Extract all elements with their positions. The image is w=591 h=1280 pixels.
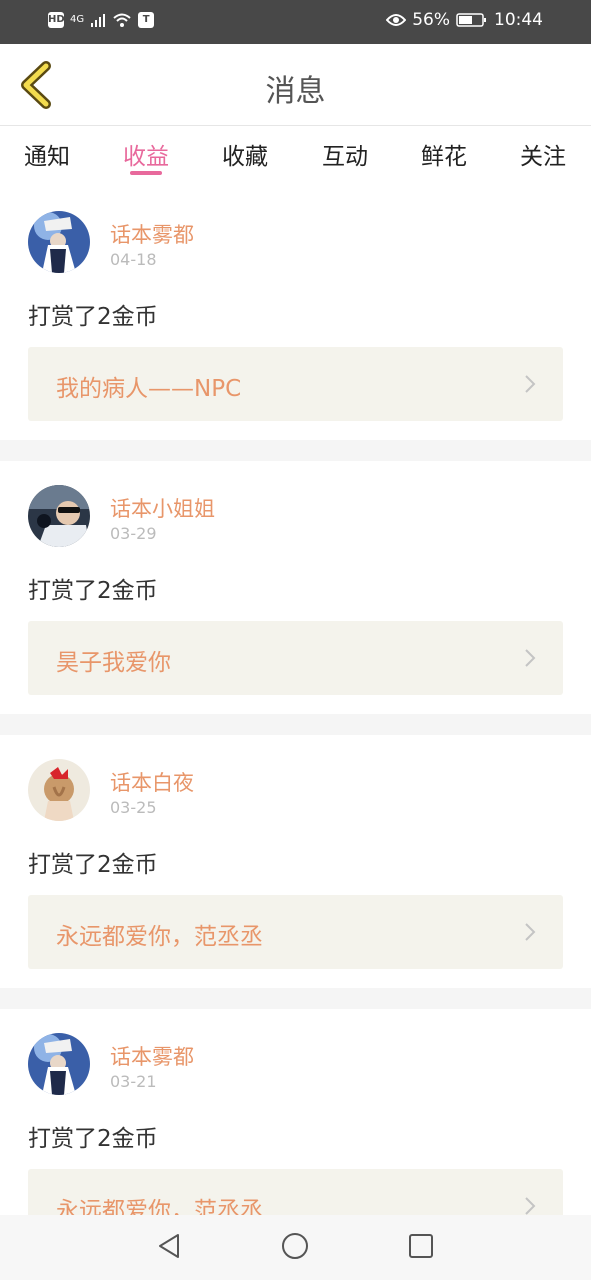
username[interactable]: 话本小姐姐: [110, 493, 215, 523]
nav-recents-button[interactable]: [406, 1231, 436, 1261]
work-title: 我的病人——NPC: [56, 376, 242, 402]
avatar[interactable]: [28, 211, 90, 273]
tab-favorites[interactable]: 收藏: [222, 137, 268, 171]
home-circle-icon: [282, 1233, 308, 1259]
status-left: HD 4G T: [48, 12, 155, 28]
list-item: 话本白夜 03-25 打赏了2金币 永远都爱你，范丞丞: [0, 735, 591, 1009]
active-tab-indicator: [130, 171, 162, 175]
nav-home-button[interactable]: [280, 1231, 310, 1261]
battery-icon: [456, 13, 486, 27]
tab-flowers[interactable]: 鲜花: [421, 137, 467, 171]
reward-action-text: 打赏了2金币: [28, 852, 158, 878]
username[interactable]: 话本雾都: [110, 219, 194, 249]
work-link[interactable]: 永远都爱你，范丞丞: [28, 895, 563, 969]
system-nav-bar: [0, 1215, 591, 1280]
nav-back-button[interactable]: [154, 1231, 184, 1261]
list-item: 话本小姐姐 03-29 打赏了2金币 昊子我爱你: [0, 461, 591, 735]
avatar[interactable]: [28, 759, 90, 821]
network-type: 4G: [70, 14, 85, 25]
work-link[interactable]: 昊子我爱你: [28, 621, 563, 695]
list-item: 话本雾都 03-21 打赏了2金币 永远都爱你，范丞丞: [0, 1009, 591, 1215]
work-title: 永远都爱你，范丞丞: [56, 1198, 263, 1215]
username[interactable]: 话本雾都: [110, 1041, 194, 1071]
tab-interactions[interactable]: 互动: [322, 137, 368, 171]
app-notification-icon: T: [138, 12, 155, 28]
status-bar: HD 4G T 56% 10:44: [0, 0, 591, 44]
work-link[interactable]: 永远都爱你，范丞丞: [28, 1169, 563, 1215]
avatar[interactable]: [28, 1033, 90, 1095]
message-feed[interactable]: 话本雾都 04-18 打赏了2金币 我的病人——NPC 话本小姐姐 03-29 …: [0, 187, 591, 1215]
header: 消息: [0, 44, 591, 126]
avatar[interactable]: [28, 485, 90, 547]
list-item: 话本雾都 04-18 打赏了2金币 我的病人——NPC: [0, 187, 591, 461]
message-date: 03-29: [110, 524, 157, 543]
reward-action-text: 打赏了2金币: [28, 304, 158, 330]
eye-comfort-icon: [386, 14, 407, 26]
recents-square-icon: [409, 1234, 433, 1258]
tab-earnings[interactable]: 收益: [123, 137, 169, 171]
chevron-right-icon: [525, 1197, 536, 1215]
clock: 10:44: [494, 10, 543, 30]
work-link[interactable]: 我的病人——NPC: [28, 347, 563, 421]
reward-action-text: 打赏了2金币: [28, 1126, 158, 1152]
wifi-icon: [113, 13, 131, 27]
page-title: 消息: [265, 74, 326, 109]
tab-notifications[interactable]: 通知: [24, 137, 70, 171]
work-title: 昊子我爱你: [56, 650, 171, 676]
divider: [0, 714, 591, 735]
status-right: 56% 10:44: [386, 10, 543, 30]
divider: [0, 440, 591, 461]
chevron-right-icon: [525, 375, 536, 393]
username[interactable]: 话本白夜: [110, 767, 194, 797]
reward-action-text: 打赏了2金币: [28, 578, 158, 604]
back-triangle-icon: [159, 1234, 179, 1258]
divider: [0, 988, 591, 1009]
chevron-right-icon: [525, 649, 536, 667]
tab-following[interactable]: 关注: [520, 137, 566, 171]
hd-icon: HD: [48, 12, 65, 28]
message-date: 03-25: [110, 798, 157, 817]
chevron-right-icon: [525, 923, 536, 941]
work-title: 永远都爱你，范丞丞: [56, 924, 263, 950]
signal-icon: [91, 14, 106, 27]
message-date: 04-18: [110, 250, 157, 269]
battery-percent: 56%: [412, 10, 450, 30]
message-date: 03-21: [110, 1072, 157, 1091]
tab-bar: 通知 收益 收藏 互动 鲜花 关注: [0, 126, 591, 186]
